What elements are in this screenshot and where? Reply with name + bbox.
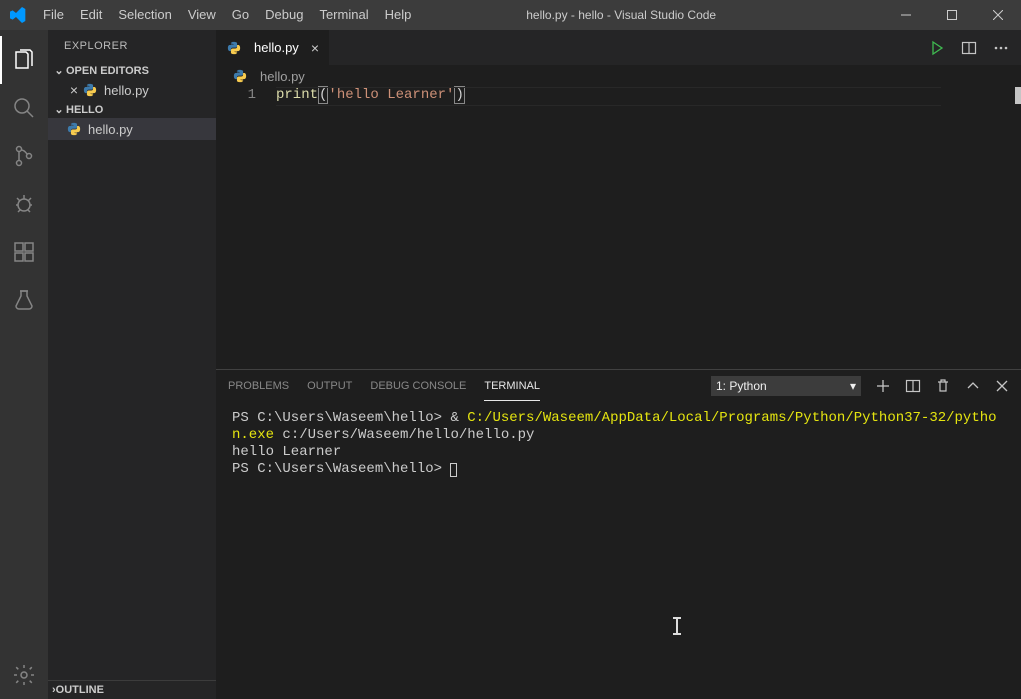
panel-tab-output[interactable]: OUTPUT — [307, 372, 352, 400]
editor-tabs: hello.py × — [216, 30, 1021, 65]
line-numbers: 1 — [216, 87, 276, 369]
terminal-prompt: PS C:\Users\Waseem\hello> — [232, 410, 450, 426]
open-editor-item[interactable]: × hello.py — [48, 79, 216, 101]
activity-test-icon[interactable] — [0, 276, 48, 324]
close-icon[interactable]: × — [66, 82, 82, 98]
terminal-selector[interactable]: 1: Python ▾ — [711, 376, 861, 396]
terminal-arg: c:/Users/Waseem/hello/hello.py — [274, 427, 534, 443]
dropdown-icon: ▾ — [850, 379, 856, 393]
maximize-panel-icon[interactable] — [965, 378, 981, 394]
panel-tab-problems[interactable]: PROBLEMS — [228, 372, 289, 400]
editor-actions — [929, 30, 1021, 65]
menu-debug[interactable]: Debug — [257, 0, 311, 30]
close-panel-icon[interactable] — [995, 379, 1009, 393]
split-terminal-icon[interactable] — [905, 378, 921, 394]
chevron-down-icon: ⌄ — [52, 64, 66, 77]
python-file-icon — [226, 40, 242, 56]
folder-label: HELLO — [66, 104, 103, 116]
panel: PROBLEMS OUTPUT DEBUG CONSOLE TERMINAL 1… — [216, 369, 1021, 699]
python-file-icon — [232, 68, 248, 84]
more-icon[interactable] — [993, 40, 1009, 56]
split-editor-icon[interactable] — [961, 40, 977, 56]
window-minimize-button[interactable] — [883, 0, 929, 30]
terminal-prompt: PS C:\Users\Waseem\hello> — [232, 461, 450, 477]
activity-bar — [0, 30, 48, 699]
activity-settings-icon[interactable] — [0, 651, 48, 699]
panel-tabs: PROBLEMS OUTPUT DEBUG CONSOLE TERMINAL 1… — [216, 370, 1021, 402]
terminal[interactable]: PS C:\Users\Waseem\hello> & C:/Users/Was… — [216, 402, 1021, 699]
open-editor-filename: hello.py — [104, 83, 149, 98]
minimap[interactable] — [1015, 87, 1021, 104]
editor-tab-label: hello.py — [254, 40, 299, 55]
window-maximize-button[interactable] — [929, 0, 975, 30]
run-icon[interactable] — [929, 40, 945, 56]
menu-view[interactable]: View — [180, 0, 224, 30]
window-controls — [883, 0, 1021, 30]
activity-debug-icon[interactable] — [0, 180, 48, 228]
breadcrumb[interactable]: hello.py — [216, 65, 1021, 87]
python-file-icon — [82, 82, 98, 98]
editor-group: hello.py × hello.py — [216, 30, 1021, 699]
activity-explorer-icon[interactable] — [0, 36, 48, 84]
open-editors-label: OPEN EDITORS — [66, 65, 149, 77]
file-tree-filename: hello.py — [88, 122, 133, 137]
open-editors-section[interactable]: ⌄ OPEN EDITORS — [48, 62, 216, 79]
panel-tab-terminal[interactable]: TERMINAL — [484, 372, 540, 401]
panel-tab-debug-console[interactable]: DEBUG CONSOLE — [370, 372, 466, 400]
menu-go[interactable]: Go — [224, 0, 257, 30]
outline-section[interactable]: › OUTLINE — [48, 680, 216, 699]
activity-source-control-icon[interactable] — [0, 132, 48, 180]
sidebar: EXPLORER ⌄ OPEN EDITORS × hello.py ⌄ HEL… — [48, 30, 216, 699]
text-cursor-icon — [676, 617, 678, 635]
menu-terminal[interactable]: Terminal — [311, 0, 376, 30]
code-content[interactable]: print('hello Learner') — [276, 87, 1021, 369]
editor[interactable]: 1 print('hello Learner') — [216, 87, 1021, 369]
menu-edit[interactable]: Edit — [72, 0, 110, 30]
title-bar: File Edit Selection View Go Debug Termin… — [0, 0, 1021, 30]
terminal-output: hello Learner — [232, 444, 341, 460]
terminal-cursor — [450, 463, 457, 477]
trash-icon[interactable] — [935, 378, 951, 394]
activity-extensions-icon[interactable] — [0, 228, 48, 276]
menu-bar: File Edit Selection View Go Debug Termin… — [35, 0, 419, 30]
breadcrumb-file: hello.py — [260, 69, 305, 84]
terminal-text: & — [450, 410, 467, 426]
outline-label: OUTLINE — [56, 684, 104, 696]
menu-selection[interactable]: Selection — [110, 0, 179, 30]
close-icon[interactable]: × — [311, 40, 319, 56]
sidebar-title: EXPLORER — [48, 30, 216, 62]
vscode-logo-icon — [0, 7, 35, 23]
line-number: 1 — [216, 87, 256, 103]
editor-tab[interactable]: hello.py × — [216, 30, 330, 65]
line-highlight — [276, 87, 941, 106]
chevron-down-icon: ⌄ — [52, 103, 66, 116]
menu-help[interactable]: Help — [377, 0, 420, 30]
activity-search-icon[interactable] — [0, 84, 48, 132]
menu-file[interactable]: File — [35, 0, 72, 30]
window-title: hello.py - hello - Visual Studio Code — [419, 8, 883, 22]
file-tree-item[interactable]: hello.py — [48, 118, 216, 140]
python-file-icon — [66, 121, 82, 137]
window-close-button[interactable] — [975, 0, 1021, 30]
folder-section[interactable]: ⌄ HELLO — [48, 101, 216, 118]
new-terminal-icon[interactable] — [875, 378, 891, 394]
terminal-selector-label: 1: Python — [716, 379, 767, 393]
